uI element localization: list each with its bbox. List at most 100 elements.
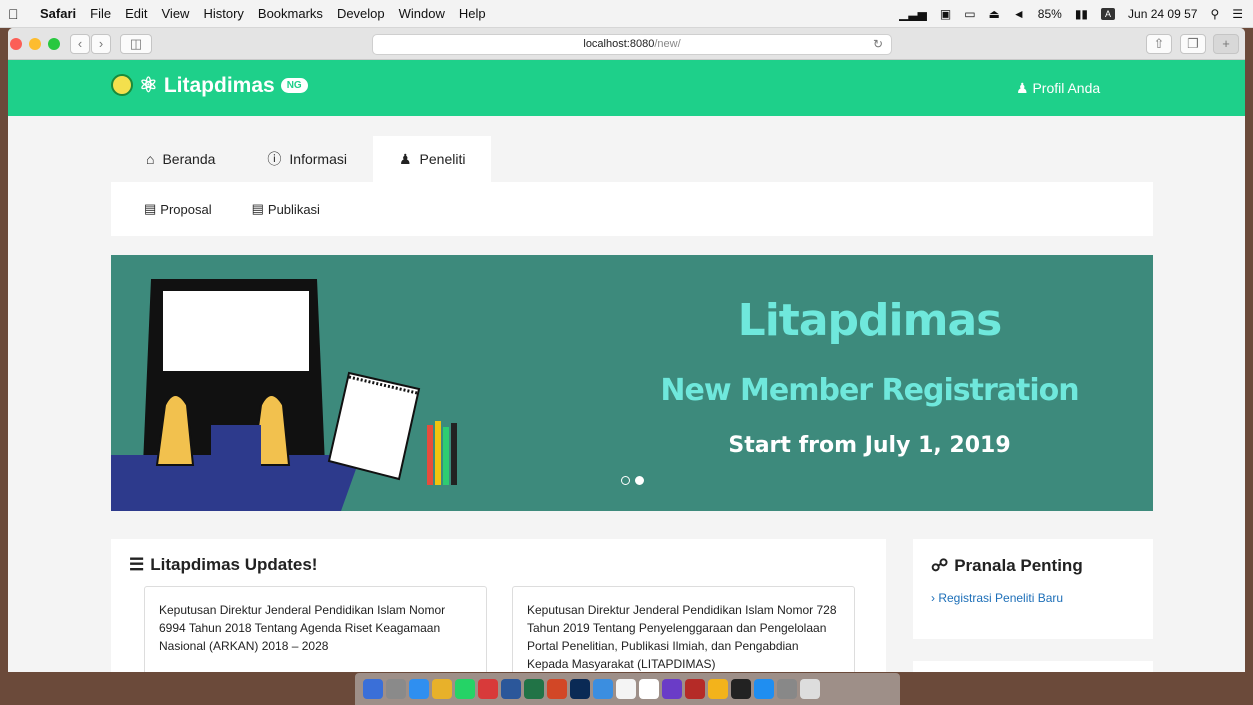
- powerpoint-icon[interactable]: [547, 679, 567, 699]
- preview-icon[interactable]: [593, 679, 613, 699]
- menu-develop[interactable]: Develop: [337, 6, 385, 21]
- ng-badge: NG: [280, 78, 308, 93]
- profile-label: Profil Anda: [1032, 80, 1101, 96]
- list-icon: ☰: [129, 555, 145, 574]
- word-icon[interactable]: [501, 679, 521, 699]
- link-label: Registrasi Peneliti Baru: [938, 591, 1064, 605]
- home-icon: ⌂: [146, 151, 155, 167]
- new-tab-button[interactable]: +: [1213, 34, 1239, 54]
- battery-icon[interactable]: ▮▮: [1075, 7, 1088, 21]
- clock[interactable]: Jun 24 09 57: [1128, 7, 1197, 21]
- spotlight-icon[interactable]: ⚲: [1210, 7, 1219, 21]
- sub-navigation: ▤ Proposal ▤ Publikasi: [111, 182, 1153, 236]
- apple-icon[interactable]: : [8, 6, 28, 22]
- safari-window: ‹ › ◫ localhost:8080/new/ ↻ ⇧ ❐ + ⚛ Lita…: [8, 28, 1245, 672]
- brand-link[interactable]: ⚛ Litapdimas NG: [139, 73, 308, 98]
- status-area: ▁▃▅ ▣ ▭ ⏏ ◄ 85% ▮▮ A Jun 24 09 57 ⚲ ☰: [899, 0, 1243, 28]
- maximize-window-button[interactable]: [48, 38, 60, 50]
- launchpad-icon[interactable]: [386, 679, 406, 699]
- terminal-icon[interactable]: [731, 679, 751, 699]
- carousel-dot-2[interactable]: [635, 476, 644, 485]
- link-registrasi-peneliti[interactable]: › Registrasi Peneliti Baru: [931, 591, 1063, 605]
- system-preferences-icon[interactable]: [777, 679, 797, 699]
- eject-icon[interactable]: ⏏: [989, 7, 1000, 21]
- back-button[interactable]: ‹: [70, 34, 90, 54]
- close-window-button[interactable]: [10, 38, 22, 50]
- tab-beranda[interactable]: ⌂ Beranda: [120, 136, 241, 182]
- hero-carousel[interactable]: Litapdimas New Member Registration Start…: [111, 255, 1153, 511]
- important-links-panel: ☍ Pranala Penting › Registrasi Peneliti …: [913, 539, 1153, 639]
- browser-toolbar: ‹ › ◫ localhost:8080/new/ ↻ ⇧ ❐ +: [8, 28, 1245, 60]
- link-icon: ☍: [931, 556, 949, 575]
- carousel-dot-1[interactable]: [621, 476, 630, 485]
- brand-name: Litapdimas: [163, 73, 275, 97]
- updates-heading: ☰ Litapdimas Updates!: [129, 555, 317, 575]
- list-icon[interactable]: ☰: [1232, 7, 1243, 21]
- whatsapp-icon[interactable]: [455, 679, 475, 699]
- volume-icon[interactable]: ◄: [1013, 7, 1025, 21]
- updates-title: Litapdimas Updates!: [150, 555, 318, 574]
- kemenag-logo: [111, 74, 133, 96]
- pranala-heading: ☍ Pranala Penting: [931, 556, 1083, 576]
- display-icon[interactable]: ▣: [940, 7, 951, 21]
- reload-icon[interactable]: ↻: [873, 35, 883, 54]
- menu-file[interactable]: File: [90, 6, 111, 21]
- finder-icon[interactable]: [363, 679, 383, 699]
- tab-informasi[interactable]: ⓘ Informasi: [241, 136, 373, 182]
- secondary-panel: [913, 661, 1153, 672]
- url-host: localhost:8080: [583, 38, 655, 50]
- sidebar-button[interactable]: ◫: [120, 34, 152, 54]
- menu-history[interactable]: History: [203, 6, 243, 21]
- input-source[interactable]: A: [1101, 8, 1116, 20]
- battery-percent[interactable]: 85%: [1038, 7, 1062, 21]
- macos-dock: [355, 673, 900, 705]
- newspaper-icon: ▤: [251, 201, 264, 216]
- photoshop-icon[interactable]: [570, 679, 590, 699]
- menu-window[interactable]: Window: [399, 6, 445, 21]
- chrome-icon[interactable]: [432, 679, 452, 699]
- menu-view[interactable]: View: [162, 6, 190, 21]
- app-store-icon[interactable]: [754, 679, 774, 699]
- safari-icon[interactable]: [409, 679, 429, 699]
- minimize-window-button[interactable]: [29, 38, 41, 50]
- menu-help[interactable]: Help: [459, 6, 486, 21]
- vpn-icon[interactable]: [662, 679, 682, 699]
- site-navbar: ⚛ Litapdimas NG ♟ Profil Anda: [8, 60, 1245, 116]
- atom-icon: ⚛: [139, 74, 158, 97]
- share-button[interactable]: ⇧: [1146, 34, 1172, 54]
- tab-label: Informasi: [289, 151, 347, 167]
- banner-tagline: Start from July 1, 2019: [728, 433, 1011, 458]
- update-card[interactable]: Keputusan Direktur Jenderal Pendidikan I…: [512, 586, 855, 672]
- macos-menubar:  Safari File Edit View History Bookmark…: [0, 0, 1253, 28]
- mendeley-icon[interactable]: [478, 679, 498, 699]
- tab-label: Peneliti: [419, 151, 466, 167]
- notes-icon[interactable]: [616, 679, 636, 699]
- tab-label: Beranda: [162, 151, 216, 167]
- forward-button[interactable]: ›: [91, 34, 111, 54]
- menu-edit[interactable]: Edit: [125, 6, 147, 21]
- user-icon: ♟: [1016, 80, 1029, 96]
- tabs-button[interactable]: ❐: [1180, 34, 1206, 54]
- user-icon: ♟: [398, 150, 412, 167]
- trash-icon[interactable]: [800, 679, 820, 699]
- banner-title: Litapdimas: [737, 295, 1003, 346]
- filezilla-icon[interactable]: [685, 679, 705, 699]
- sublime-icon[interactable]: [708, 679, 728, 699]
- calendar-icon[interactable]: [639, 679, 659, 699]
- tab-peneliti[interactable]: ♟ Peneliti: [372, 136, 492, 182]
- main-tabs: ⌂ Beranda ⓘ Informasi ♟ Peneliti: [120, 136, 492, 182]
- update-card-text: Keputusan Direktur Jenderal Pendidikan I…: [527, 603, 837, 671]
- excel-icon[interactable]: [524, 679, 544, 699]
- signal-icon[interactable]: ▁▃▅: [899, 7, 927, 21]
- banner-subtitle: New Member Registration: [660, 373, 1079, 408]
- subnav-proposal[interactable]: ▤ Proposal: [144, 201, 212, 217]
- menu-app-name[interactable]: Safari: [40, 6, 76, 21]
- profile-link[interactable]: ♟ Profil Anda: [1016, 80, 1100, 97]
- address-bar[interactable]: localhost:8080/new/ ↻: [372, 34, 892, 55]
- updates-panel: ☰ Litapdimas Updates! Keputusan Direktur…: [111, 539, 886, 672]
- update-card-text: Keputusan Direktur Jenderal Pendidikan I…: [159, 603, 446, 653]
- menu-bookmarks[interactable]: Bookmarks: [258, 6, 323, 21]
- airplay-icon[interactable]: ▭: [964, 7, 975, 21]
- subnav-publikasi[interactable]: ▤ Publikasi: [252, 201, 320, 217]
- update-card[interactable]: Keputusan Direktur Jenderal Pendidikan I…: [144, 586, 487, 672]
